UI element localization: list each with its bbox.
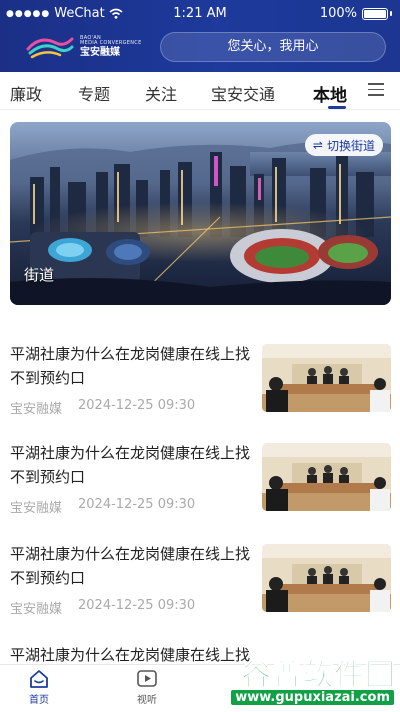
tab-lianzheng[interactable]: 廉政 (10, 81, 42, 105)
news-list-item[interactable]: 平湖社康为什么在龙岗健康在线上找不到预约口 宝安融媒 2024-12-25 09… (0, 441, 400, 545)
news-meta: 宝安融媒 2024-12-25 09:30 (10, 497, 195, 516)
play-icon (137, 670, 157, 687)
brand-cn-name: 宝安融媒 (80, 47, 120, 58)
news-title: 平湖社康为什么在龙岗健康在线上找不到预约口 (10, 444, 251, 486)
battery-percent: 100% (319, 6, 357, 21)
tab-zhuanti[interactable]: 专题 (78, 81, 110, 105)
news-meta: 宝安融媒 2024-12-25 09:30 (10, 598, 195, 617)
brand-logo[interactable]: BAO'AN MEDIA CONVERGENCE 宝安融媒 (26, 32, 151, 62)
news-thumbnail (262, 544, 391, 612)
tab-baoan-jiaotong[interactable]: 宝安交通 (211, 81, 275, 105)
home-icon (30, 670, 48, 688)
battery-group: 100% (320, 6, 392, 21)
news-thumbnail (262, 344, 391, 412)
news-title: 平湖社康为什么在龙岗健康在线上找不到预约口 (10, 545, 251, 587)
street-banner[interactable]: ⇌ 切换街道 街道 (10, 122, 391, 305)
news-source: 宝安融媒 (10, 402, 63, 417)
news-title: 平湖社康为什么在龙岗健康在线上找不到预约口 (10, 345, 251, 387)
swap-icon: ⇌ (312, 138, 323, 152)
nav-item-home[interactable]: 首页 (14, 669, 64, 706)
watermark-url: www.gupuxiazai.com (231, 690, 394, 705)
switch-street-label: 切换街道 (326, 138, 375, 153)
baoan-logo-icon (26, 37, 74, 59)
watermark-cn: 谷普软件园 (241, 658, 396, 694)
battery-tip (390, 11, 392, 16)
meeting-room-image (262, 544, 391, 612)
news-datetime: 2024-12-25 09:30 (78, 398, 196, 413)
menu-icon[interactable] (368, 83, 384, 96)
brand-text: BAO'AN MEDIA CONVERGENCE 宝安融媒 (80, 36, 142, 58)
meeting-room-image (262, 443, 391, 511)
news-datetime: 2024-12-25 09:30 (78, 497, 196, 512)
tab-bendi[interactable]: 本地 (313, 81, 347, 106)
tab-guanzhu[interactable]: 关注 (145, 81, 177, 105)
news-datetime: 2024-12-25 09:30 (78, 598, 196, 613)
switch-street-button[interactable]: ⇌ 切换街道 (304, 134, 383, 156)
news-source: 宝安融媒 (10, 501, 63, 516)
news-meta: 宝安融媒 2024-12-25 09:30 (10, 398, 195, 417)
news-list-item[interactable]: 平湖社康为什么在龙岗健康在线上找不到预约口 宝安融媒 2024-12-25 09… (0, 542, 400, 646)
news-list-item[interactable]: 平湖社康为什么在龙岗健康在线上找不到预约口 宝安融媒 2024-12-25 09… (0, 342, 400, 446)
search-input[interactable]: 您关心，我用心 (160, 32, 386, 62)
banner-caption: 街道 (24, 266, 55, 284)
site-watermark: 谷普软件园 www.gupuxiazai.com (212, 648, 400, 712)
active-tab-indicator (328, 106, 346, 109)
meeting-room-image (262, 344, 391, 412)
news-source: 宝安融媒 (10, 602, 63, 617)
nav-label-media: 视听 (137, 695, 157, 706)
nav-label-home: 首页 (29, 695, 49, 706)
brand-en-line2: MEDIA CONVERGENCE (80, 40, 142, 46)
status-bar: ●●●●● WeChat 1:21 AM 100% (0, 0, 400, 28)
news-thumbnail (262, 443, 391, 511)
channel-tabs: 廉政 专题 关注 宝安交通 本地 (0, 72, 400, 110)
battery-icon (362, 7, 388, 20)
nav-item-media[interactable]: 视听 (122, 669, 172, 706)
app-header: ●●●●● WeChat 1:21 AM 100% BAO'AN MEDIA C… (0, 0, 400, 72)
